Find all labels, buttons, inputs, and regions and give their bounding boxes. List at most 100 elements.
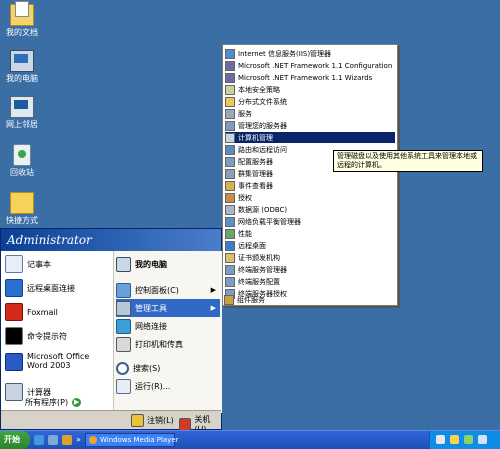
folder-icon <box>10 192 34 214</box>
submenu-item-label: 配置服务器 <box>238 157 273 166</box>
submenu-item[interactable]: Microsoft .NET Framework 1.1 Wizards <box>225 72 395 83</box>
remote-desktop-icon <box>225 240 235 251</box>
menu-item-label: 我的电脑 <box>135 259 167 269</box>
menu-item-label: 计算器 <box>27 387 51 397</box>
submenu-item[interactable]: 事件查看器 <box>225 180 395 191</box>
routing-icon <box>225 144 235 155</box>
submenu-item[interactable]: 性能 <box>225 228 395 239</box>
menu-item-my-computer[interactable]: 我的电脑 <box>116 255 220 273</box>
performance-icon <box>225 228 235 239</box>
submenu-item-label: 分布式文件系统 <box>238 97 287 106</box>
submenu-item[interactable]: 证书颁发机构 <box>225 252 395 263</box>
menu-item-word[interactable]: Microsoft Office Word 2003 <box>5 349 107 377</box>
desktop-icon-shortcut[interactable]: 快捷方式 <box>0 192 44 226</box>
submenu-item[interactable]: Microsoft .NET Framework 1.1 Configurati… <box>225 60 395 71</box>
search-icon <box>116 361 129 375</box>
menu-item-network-connections[interactable]: 网络连接 <box>116 317 220 335</box>
submenu-item-label: 证书颁发机构 <box>238 253 280 262</box>
submenu-item-label: 事件查看器 <box>238 181 273 190</box>
menu-item-control-panel[interactable]: 控制面板(C) ▶ <box>116 281 220 299</box>
submenu-item-label: 本地安全策略 <box>238 85 280 94</box>
desktop-icon-label: 快捷方式 <box>6 216 38 225</box>
terminal-services-icon <box>225 264 235 275</box>
submenu-item-label: 网络负载平衡管理器 <box>238 217 301 226</box>
desktop-icon-my-documents[interactable]: 我的文档 <box>0 1 44 38</box>
submenu-item-selected[interactable]: 计算机管理 <box>225 132 395 143</box>
key-icon <box>131 414 144 427</box>
submenu-item[interactable]: 分布式文件系统 <box>225 96 395 107</box>
desktop-icon-label: 我的文档 <box>6 28 38 37</box>
menu-item-label: 搜索(S) <box>133 363 161 373</box>
submenu-item-label: 性能 <box>238 229 252 238</box>
menu-item-label: 控制面板(C) <box>135 285 179 295</box>
component-services-icon <box>224 294 234 305</box>
submenu-item[interactable]: 远程桌面 <box>225 240 395 251</box>
submenu-item-label: 计算机管理 <box>238 133 273 142</box>
ie-icon[interactable] <box>34 435 44 445</box>
submenu-item[interactable]: Internet 信息服务(IIS)管理器 <box>225 48 395 59</box>
logoff-button[interactable]: 注销(L) <box>131 414 174 427</box>
network-tray-icon[interactable] <box>436 435 445 444</box>
menu-item-printers[interactable]: 打印机和传真 <box>116 335 220 353</box>
start-button[interactable]: 开始 <box>0 431 30 449</box>
submenu-item-label: Microsoft .NET Framework 1.1 Configurati… <box>238 61 393 70</box>
desktop-icon-label: 我的电脑 <box>6 74 38 83</box>
menu-item-foxmail[interactable]: Foxmail <box>5 301 58 323</box>
recycle-bin-icon <box>13 144 31 166</box>
show-desktop-icon[interactable] <box>48 435 58 445</box>
submenu-item[interactable]: 本地安全策略 <box>225 84 395 95</box>
menu-item-admin-tools[interactable]: 管理工具 ▶ <box>116 299 220 317</box>
submenu-item[interactable]: 服务 <box>225 108 395 119</box>
desktop-icon-recycle-bin[interactable]: 回收站 <box>0 144 44 178</box>
power-icon <box>179 417 192 431</box>
desktop-icon-my-computer[interactable]: 我的电脑 <box>0 50 44 84</box>
submenu-item[interactable]: 数据源 (ODBC) <box>225 204 395 215</box>
menu-item-remote-desktop[interactable]: 远程桌面连接 <box>5 277 75 299</box>
desktop-icon-network-places[interactable]: 网上邻居 <box>0 96 44 130</box>
submenu-item[interactable]: 管理您的服务器 <box>225 120 395 131</box>
computer-management-icon <box>225 132 235 143</box>
all-programs-button[interactable]: 所有程序(P) ▶ <box>25 397 82 408</box>
quicklaunch-overflow-icon[interactable]: » <box>76 435 81 444</box>
taskbar-window-button[interactable]: Windows Media Player <box>85 433 179 447</box>
submenu-item[interactable]: 终端服务管理器 <box>225 264 395 275</box>
menu-item-notepad[interactable]: 记事本 <box>5 253 51 275</box>
system-tray <box>429 431 500 449</box>
tray-app-icon[interactable] <box>478 435 487 444</box>
start-menu-footer: 注销(L) 关机(U) <box>1 410 221 434</box>
media-player-icon <box>89 436 97 444</box>
tooltip: 管理磁盘以及使用其他系统工具来管理本地或远程的计算机。 <box>333 150 483 172</box>
volume-icon[interactable] <box>450 435 459 444</box>
server-icon <box>225 120 235 131</box>
logoff-label: 注销(L) <box>147 416 174 425</box>
control-panel-icon <box>116 282 131 298</box>
computer-icon <box>10 50 34 72</box>
security-tray-icon[interactable] <box>464 435 473 444</box>
load-balancing-icon <box>225 216 235 227</box>
calculator-icon <box>5 383 23 401</box>
cmd-icon <box>5 327 23 345</box>
network-icon <box>10 96 34 118</box>
notepad-icon <box>5 255 23 273</box>
submenu-item[interactable]: 网络负载平衡管理器 <box>225 216 395 227</box>
start-menu: Administrator 记事本 远程桌面连接 Foxmail 命令提示符 M… <box>0 228 222 434</box>
submenu-item[interactable]: 授权 <box>225 192 395 203</box>
submenu-item-label: 数据源 (ODBC) <box>238 205 288 214</box>
menu-item-cmd[interactable]: 命令提示符 <box>5 325 67 347</box>
media-player-icon[interactable] <box>62 435 72 445</box>
folder-documents-icon <box>10 1 34 26</box>
menu-item-search[interactable]: 搜索(S) <box>116 359 220 377</box>
submenu-item-label: 终端服务管理器 <box>238 265 287 274</box>
all-programs-label: 所有程序(P) <box>25 398 69 407</box>
menu-item-run[interactable]: 运行(R)... <box>116 377 220 395</box>
chevron-right-icon: ▶ <box>210 304 216 312</box>
menu-item-label: 管理工具 <box>135 303 167 313</box>
iis-icon <box>225 48 235 59</box>
submenu-item-label: 远程桌面 <box>238 241 266 250</box>
submenu-item[interactable]: 组件服务 <box>224 294 394 305</box>
services-icon <box>225 108 235 119</box>
dfs-icon <box>225 96 235 107</box>
submenu-item-label: 路由和远程访问 <box>238 145 287 154</box>
submenu-item[interactable]: 终端服务配置 <box>225 276 395 287</box>
licensing-icon <box>225 192 235 203</box>
